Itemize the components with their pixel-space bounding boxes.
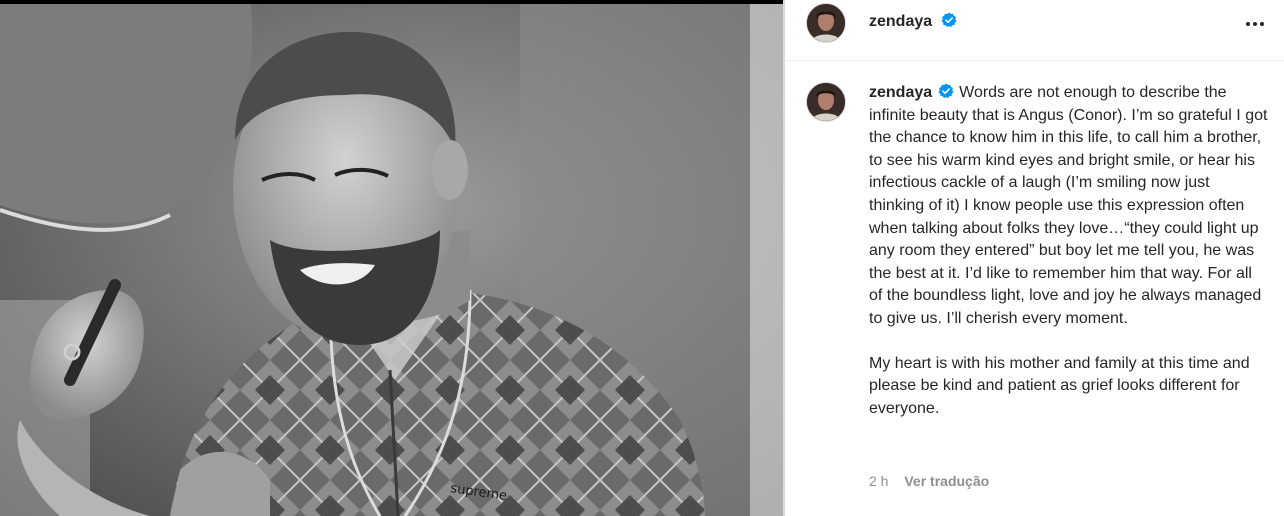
- profile-picture: [807, 4, 845, 42]
- caption-avatar[interactable]: [806, 82, 846, 122]
- header-username[interactable]: zendaya: [869, 12, 957, 31]
- post-meta: 2 h Ver tradução: [869, 473, 989, 489]
- see-translation-button[interactable]: Ver tradução: [904, 473, 989, 489]
- black-and-white-portrait-photo: supreme: [0, 0, 783, 516]
- username-text[interactable]: zendaya: [869, 13, 932, 30]
- caption-body: Words are not enough to describe the inf…: [869, 84, 1268, 327]
- caption-text: zendaya Words are not enough to describe …: [869, 82, 1269, 420]
- post-header: zendaya: [785, 0, 1284, 61]
- more-options-icon[interactable]: [1243, 14, 1267, 34]
- dot: [1253, 22, 1257, 26]
- profile-picture: [807, 83, 845, 121]
- photo-top-edge: [0, 0, 783, 4]
- verified-badge-icon: [938, 83, 954, 99]
- post-timestamp[interactable]: 2 h: [869, 473, 888, 489]
- avatar[interactable]: [806, 3, 846, 43]
- verified-badge-icon: [941, 12, 957, 28]
- post-side-panel: zendaya zendaya Words are not enough to d…: [785, 0, 1284, 516]
- caption-username[interactable]: zendaya: [869, 84, 932, 101]
- dot: [1260, 22, 1264, 26]
- caption-paragraph: zendaya Words are not enough to describe …: [869, 82, 1269, 331]
- post-photo[interactable]: supreme: [0, 0, 783, 516]
- dot: [1246, 22, 1250, 26]
- caption-paragraph: My heart is with his mother and family a…: [869, 354, 1250, 417]
